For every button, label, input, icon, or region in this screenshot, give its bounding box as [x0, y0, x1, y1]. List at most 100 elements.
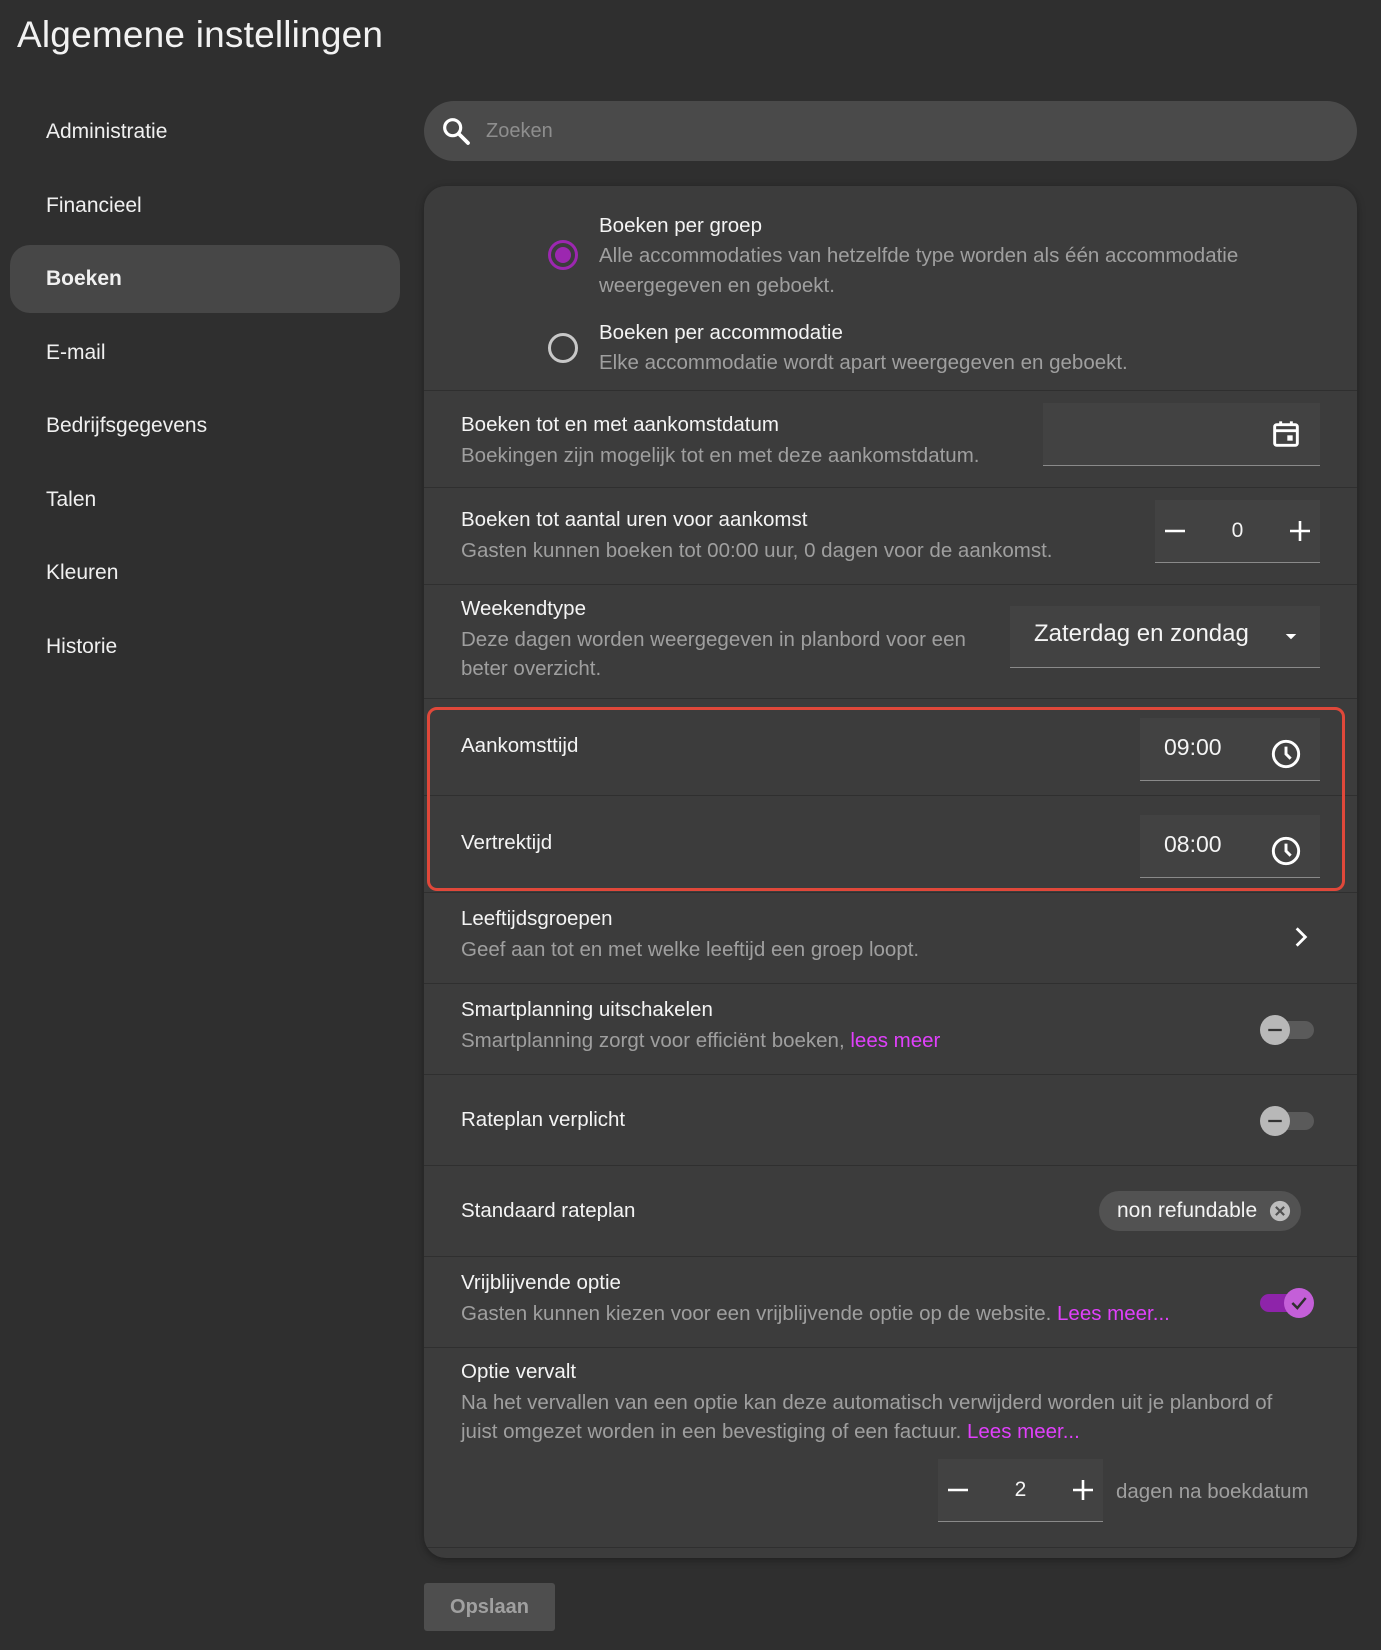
remove-chip-icon[interactable]: [1269, 1200, 1291, 1222]
optional-option-toggle[interactable]: [1260, 1288, 1314, 1318]
toggle-thumb: [1260, 1106, 1290, 1136]
smartplanning-desc-text: Smartplanning zorgt voor efficiënt boeke…: [461, 1029, 845, 1052]
setting-title: Standaard rateplan: [461, 1199, 636, 1222]
sidebar-item-label: E-mail: [46, 340, 106, 364]
time-value: 08:00: [1164, 831, 1222, 857]
sidebar-item-boeken[interactable]: Boeken: [10, 245, 400, 313]
weekend-type-select[interactable]: Zaterdag en zondag: [1010, 606, 1320, 668]
toggle-thumb: [1284, 1288, 1314, 1318]
smartplanning-toggle[interactable]: [1260, 1015, 1314, 1045]
sidebar-item-talen[interactable]: Talen: [10, 466, 400, 534]
arrival-date-field[interactable]: [1043, 403, 1320, 466]
calendar-icon[interactable]: [1270, 418, 1302, 450]
sidebar-item-bedrijfsgegevens[interactable]: Bedrijfsgegevens: [10, 392, 400, 460]
departure-time-field[interactable]: 08:00: [1140, 815, 1320, 878]
option-expires-row: Optie vervalt Na het vervallen van een o…: [424, 1348, 1357, 1548]
optional-option-row: Vrijblijvende optie Gasten kunnen kiezen…: [424, 1257, 1357, 1348]
setting-description: Gasten kunnen kiezen voor een vrijblijve…: [461, 1299, 1170, 1328]
clock-icon[interactable]: [1270, 738, 1302, 770]
plus-icon: [1290, 521, 1310, 541]
days-value: 2: [1014, 1478, 1027, 1501]
arrival-time-row: Aankomsttijd 09:00: [424, 699, 1357, 796]
select-value: Zaterdag en zondag: [1034, 620, 1249, 647]
setting-title: Rateplan verplicht: [461, 1108, 626, 1131]
read-more-link[interactable]: Lees meer...: [1057, 1302, 1170, 1325]
settings-card: Boeken per groep Alle accommodaties van …: [424, 186, 1357, 1558]
decrement-button[interactable]: [938, 1470, 978, 1510]
search-icon: [443, 118, 470, 145]
radio-title: Boeken per groep: [599, 214, 762, 237]
search-input[interactable]: [486, 119, 1286, 143]
sidebar-item-label: Bedrijfsgegevens: [46, 414, 208, 437]
page-title: Algemene instellingen: [17, 14, 384, 55]
rateplan-chip[interactable]: non refundable: [1099, 1191, 1302, 1231]
sidebar-item-label: Historie: [46, 634, 118, 658]
read-more-link[interactable]: Lees meer...: [967, 1420, 1080, 1443]
decrement-button[interactable]: [1155, 511, 1195, 551]
plus-icon: [1073, 1480, 1093, 1500]
arrival-time-field[interactable]: 09:00: [1140, 718, 1320, 781]
option-days-stepper[interactable]: 2: [938, 1459, 1103, 1522]
setting-title: Leeftijdsgroepen: [461, 907, 613, 930]
setting-title: Optie vervalt: [461, 1360, 577, 1383]
sidebar-item-label: Financieel: [46, 193, 142, 217]
book-until-arrival-date-row: Boeken tot en met aankomstdatum Boekinge…: [424, 391, 1357, 488]
setting-description: Geef aan tot en met welke leeftijd een g…: [461, 938, 920, 961]
setting-description: Gasten kunnen boeken tot 00:00 uur, 0 da…: [461, 539, 1053, 562]
radio-description: Elke accommodatie wordt apart weergegeve…: [599, 351, 1128, 374]
sidebar-item-label: Kleuren: [46, 561, 119, 584]
minus-icon: [1165, 529, 1185, 533]
sidebar-item-label: Administratie: [46, 120, 168, 143]
setting-description: Na het vervallen van een optie kan deze …: [461, 1388, 1301, 1446]
setting-title: Smartplanning uitschakelen: [461, 998, 713, 1021]
radio-description: Alle accommodaties van hetzelfde type wo…: [599, 244, 1239, 297]
sidebar-item-historie[interactable]: Historie: [10, 613, 400, 681]
radio-title: Boeken per accommodatie: [599, 321, 843, 344]
chip-label: non refundable: [1117, 1199, 1258, 1222]
default-rateplan-row: Standaard rateplan non refundable: [424, 1166, 1357, 1257]
increment-button[interactable]: [1063, 1470, 1103, 1510]
read-more-link[interactable]: lees meer: [850, 1029, 940, 1052]
radio-booking-per-accommodation[interactable]: [548, 333, 578, 363]
setting-title: Vertrektijd: [461, 831, 553, 854]
booking-mode-section: Boeken per groep Alle accommodaties van …: [424, 186, 1357, 391]
optional-option-desc-text: Gasten kunnen kiezen voor een vrijblijve…: [461, 1302, 1052, 1325]
clock-icon[interactable]: [1270, 835, 1302, 867]
minus-icon: [948, 1488, 968, 1492]
setting-title: Boeken tot en met aankomstdatum: [461, 413, 779, 436]
setting-title: Weekendtype: [461, 597, 586, 620]
increment-button[interactable]: [1280, 511, 1320, 551]
setting-description: Boekingen zijn mogelijk tot en met deze …: [461, 444, 980, 467]
book-hours-before-row: Boeken tot aantal uren voor aankomst Gas…: [424, 488, 1357, 585]
rateplan-required-toggle[interactable]: [1260, 1106, 1314, 1136]
setting-description: Deze dagen worden weergegeven in planbor…: [461, 628, 966, 680]
hours-value: 0: [1231, 519, 1244, 542]
setting-title: Aankomsttijd: [461, 734, 579, 757]
minus-icon: [1268, 1028, 1282, 1032]
radio-booking-per-group[interactable]: [548, 240, 578, 270]
setting-title: Vrijblijvende optie: [461, 1271, 621, 1294]
setting-description: Smartplanning zorgt voor efficiënt boeke…: [461, 1026, 940, 1055]
sidebar-item-administratie[interactable]: Administratie: [10, 98, 400, 166]
time-value: 09:00: [1164, 734, 1222, 760]
setting-title: Boeken tot aantal uren voor aankomst: [461, 508, 808, 531]
sidebar-item-e-mail[interactable]: E-mail: [10, 319, 400, 387]
search-bar[interactable]: [424, 101, 1357, 161]
chevron-right-icon: [1295, 927, 1308, 947]
minus-icon: [1268, 1119, 1282, 1123]
sidebar: Administratie Financieel Boeken E-mail B…: [10, 98, 400, 686]
check-icon: [1291, 1297, 1307, 1310]
sidebar-item-financieel[interactable]: Financieel: [10, 172, 400, 240]
weekend-type-row: Weekendtype Deze dagen worden weergegeve…: [424, 585, 1357, 699]
days-suffix: dagen na boekdatum: [1116, 1480, 1309, 1503]
dropdown-arrow-icon: [1285, 634, 1297, 640]
sidebar-item-kleuren[interactable]: Kleuren: [10, 539, 400, 607]
age-groups-row[interactable]: Leeftijdsgroepen Geef aan tot en met wel…: [424, 893, 1357, 984]
rateplan-required-row: Rateplan verplicht: [424, 1075, 1357, 1166]
save-button[interactable]: Opslaan: [424, 1583, 555, 1631]
departure-time-row: Vertrektijd 08:00: [424, 796, 1357, 893]
toggle-thumb: [1260, 1015, 1290, 1045]
option-expires-desc-text: Na het vervallen van een optie kan deze …: [461, 1391, 1273, 1443]
sidebar-item-label: Talen: [46, 487, 97, 511]
hours-stepper[interactable]: 0: [1155, 500, 1320, 563]
